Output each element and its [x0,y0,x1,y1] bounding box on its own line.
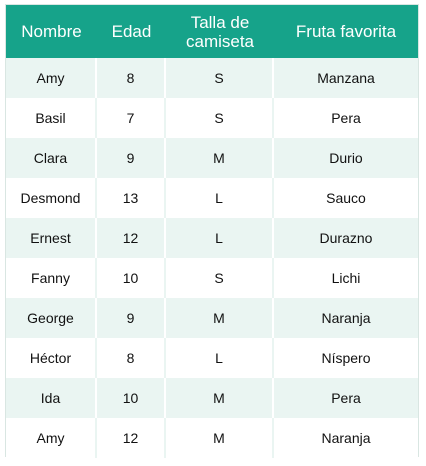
cell-fruta: Pera [331,390,361,406]
column-header-nombre: Nombre [21,22,82,41]
cell-fruta: Sauco [326,190,366,206]
cell-nombre: Fanny [6,258,97,298]
table-row: Amy 8 S Manzana [6,58,418,98]
cell-edad: 10 [97,378,166,418]
column-header-talla: Talla de camiseta [185,12,255,51]
cell-edad: 8 [97,338,166,378]
cell-fruta: Pera [331,110,361,126]
cell-fruta: Lichi [331,270,361,286]
cell-talla: S [166,58,274,98]
cell-nombre: Amy [6,58,97,98]
table-row: Fanny 10 S Lichi [6,258,418,298]
cell-nombre: Ernest [6,218,97,258]
column-header-fruta: Fruta favorita [295,22,397,41]
data-table: Nombre Edad Talla de camiseta Fruta favo… [5,4,419,458]
table-row: George 9 M Naranja [6,298,418,338]
table-header-row: Nombre Edad Talla de camiseta Fruta favo… [6,5,418,58]
cell-fruta: Naranja [321,430,371,446]
cell-edad: 9 [97,298,166,338]
table-row: Desmond 13 L Sauco [6,178,418,218]
cell-talla: L [166,218,274,258]
cell-fruta: Níspero [321,350,371,366]
cell-edad: 7 [97,98,166,138]
cell-edad: 8 [97,58,166,98]
cell-talla: L [166,178,274,218]
cell-nombre: Desmond [6,178,97,218]
table-row: Amy 12 M Naranja [6,418,418,458]
cell-fruta: Durio [329,150,363,166]
cell-fruta: Naranja [321,310,371,326]
table-row: Ida 10 M Pera [6,378,418,418]
cell-edad: 9 [97,138,166,178]
cell-talla: S [166,258,274,298]
cell-nombre: Amy [6,418,97,458]
cell-edad: 10 [97,258,166,298]
cell-talla: M [166,138,274,178]
cell-fruta: Manzana [317,70,375,86]
cell-nombre: Basil [6,98,97,138]
cell-talla: S [166,98,274,138]
cell-nombre: Ida [6,378,97,418]
cell-nombre: George [6,298,97,338]
cell-edad: 13 [97,178,166,218]
cell-talla: L [166,338,274,378]
cell-talla: M [166,378,274,418]
table-row: Clara 9 M Durio [6,138,418,178]
table-row: Basil 7 S Pera [6,98,418,138]
cell-edad: 12 [97,418,166,458]
cell-edad: 12 [97,218,166,258]
cell-talla: M [166,298,274,338]
cell-talla: M [166,418,274,458]
column-header-edad: Edad [111,22,152,41]
table-row: Héctor 8 L Níspero [6,338,418,378]
cell-nombre: Clara [6,138,97,178]
cell-nombre: Héctor [6,338,97,378]
table-row: Ernest 12 L Durazno [6,218,418,258]
cell-fruta: Durazno [319,230,373,246]
